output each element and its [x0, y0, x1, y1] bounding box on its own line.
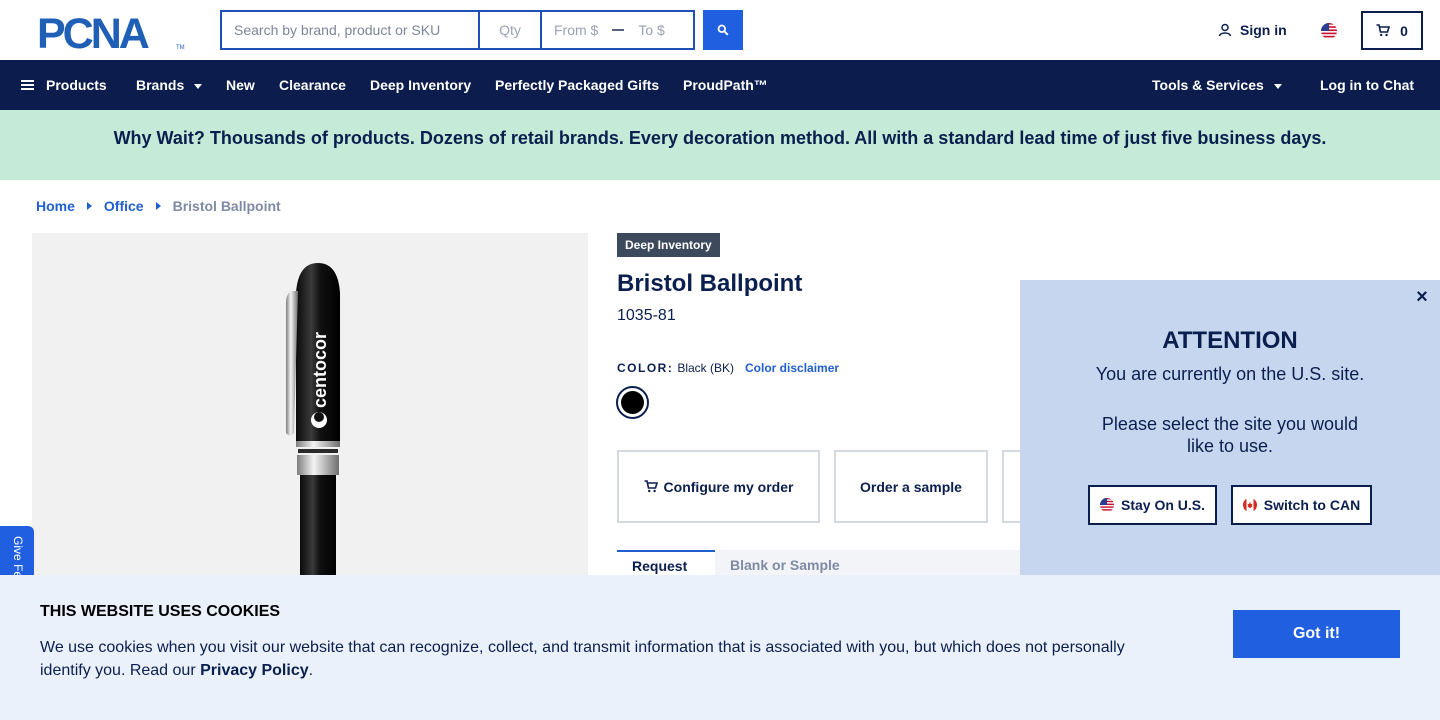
got-it-button[interactable]: Got it!: [1233, 610, 1400, 658]
color-value: Black (BK): [677, 361, 735, 375]
us-flag-icon: [1099, 498, 1114, 512]
order-sample-label: Order a sample: [860, 478, 962, 495]
color-swatch-black[interactable]: [616, 386, 649, 419]
promo-text: Why Wait? Thousands of products. Dozens …: [113, 127, 1327, 148]
cookie-banner: THIS WEBSITE USES COOKIES We use cookies…: [0, 575, 1440, 720]
cart-icon: [1376, 24, 1391, 37]
site-select-popup: × ATTENTION You are currently on the U.S…: [1020, 280, 1440, 580]
pcna-logo[interactable]: PCNA TM: [37, 12, 185, 50]
user-icon: [1218, 23, 1232, 37]
nav-deep-inventory[interactable]: Deep Inventory: [370, 60, 471, 110]
imprint-text: centocor: [310, 332, 330, 408]
close-icon[interactable]: ×: [1414, 287, 1430, 307]
color-row: COLOR: Black (BK) Color disclaimer: [617, 361, 839, 375]
deep-inventory-badge: Deep Inventory: [617, 233, 720, 257]
chevron-right-icon: [155, 202, 161, 210]
nav-products-label: Products: [46, 77, 107, 93]
breadcrumb-office[interactable]: Office: [104, 198, 144, 214]
caret-down-icon: [194, 84, 203, 89]
breadcrumb-current: Bristol Ballpoint: [172, 198, 281, 214]
product-sku: 1035-81: [617, 307, 676, 324]
qty-input[interactable]: Qty: [478, 10, 540, 50]
price-to-input[interactable]: To $: [638, 22, 664, 38]
logo-text: PCNA: [37, 12, 149, 50]
configure-order-label: Configure my order: [663, 478, 794, 495]
stay-us-button[interactable]: Stay On U.S.: [1088, 485, 1217, 525]
promo-banner: Why Wait? Thousands of products. Dozens …: [0, 110, 1440, 180]
order-sample-button[interactable]: Order a sample: [834, 450, 988, 523]
nav-new[interactable]: New: [226, 60, 255, 110]
top-bar: PCNA TM Search by brand, product or SKU …: [0, 0, 1440, 60]
color-disclaimer-link[interactable]: Color disclaimer: [745, 361, 839, 375]
nav-gifts[interactable]: Perfectly Packaged Gifts: [495, 60, 659, 110]
configure-order-button[interactable]: Configure my order: [617, 450, 820, 523]
cookie-period: .: [308, 662, 314, 679]
main-nav: Products Brands New Clearance Deep Inven…: [0, 60, 1440, 110]
search-button[interactable]: [703, 10, 743, 50]
cart-button[interactable]: 0: [1361, 11, 1423, 50]
cookie-title: THIS WEBSITE USES COOKIES: [40, 603, 281, 620]
nav-brands-label: Brands: [136, 77, 185, 93]
swatch-fill: [621, 391, 644, 414]
canada-flag-icon: [1242, 498, 1257, 512]
product-title: Bristol Ballpoint: [617, 270, 803, 297]
nav-tools-services[interactable]: Tools & Services: [1152, 60, 1282, 110]
nav-products[interactable]: Products: [21, 60, 107, 110]
nav-proudpath[interactable]: ProudPath™: [683, 60, 768, 110]
popup-title: ATTENTION: [1162, 327, 1298, 354]
popup-current-site: You are currently on the U.S. site.: [1095, 364, 1365, 384]
chevron-right-icon: [86, 202, 92, 210]
price-range: From $ To $: [540, 10, 695, 50]
nav-brands[interactable]: Brands: [136, 60, 203, 110]
cookie-text: We use cookies when you visit our websit…: [40, 636, 1150, 682]
search-input[interactable]: Search by brand, product or SKU: [220, 10, 478, 50]
cart-icon: [644, 480, 658, 493]
breadcrumb-home[interactable]: Home: [36, 198, 75, 214]
privacy-policy-link[interactable]: Privacy Policy: [200, 662, 309, 679]
search-form: Search by brand, product or SKU Qty From…: [220, 10, 695, 50]
caret-down-icon: [1273, 84, 1282, 89]
color-label: COLOR:: [617, 361, 674, 375]
switch-can-button[interactable]: Switch to CAN: [1231, 485, 1372, 525]
breadcrumb: Home Office Bristol Ballpoint: [36, 198, 281, 214]
stay-us-label: Stay On U.S.: [1120, 497, 1206, 513]
nav-clearance[interactable]: Clearance: [279, 60, 346, 110]
nav-chat-login[interactable]: Log in to Chat: [1320, 60, 1414, 110]
sign-in-link[interactable]: Sign in: [1218, 22, 1287, 38]
nav-tools-label: Tools & Services: [1152, 77, 1264, 93]
search-icon: [717, 24, 729, 36]
us-flag-icon[interactable]: [1321, 23, 1337, 39]
hamburger-icon: [21, 80, 34, 90]
svg-text:TM: TM: [176, 45, 185, 50]
popup-instructions: Please select the site you would like to…: [1101, 414, 1359, 456]
switch-can-label: Switch to CAN: [1263, 497, 1361, 513]
price-from-input[interactable]: From $: [554, 22, 598, 38]
cart-count: 0: [1400, 22, 1408, 39]
dash-separator: [612, 29, 625, 31]
sign-in-label: Sign in: [1240, 22, 1287, 38]
